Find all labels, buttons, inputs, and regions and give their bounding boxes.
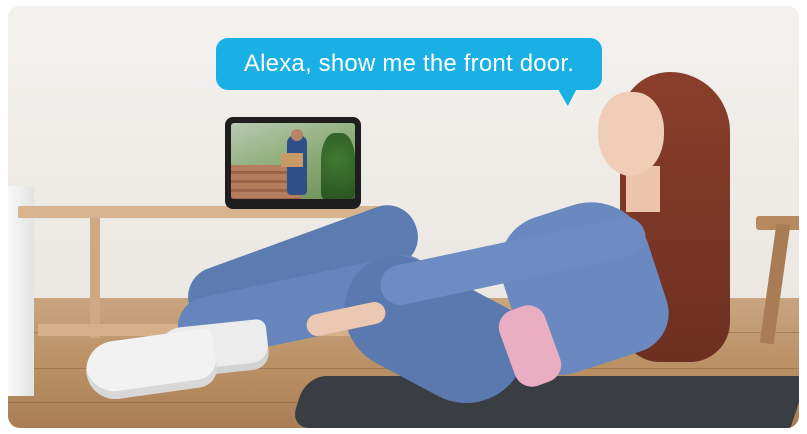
delivery-person-head [291, 129, 303, 141]
speech-bubble: Alexa, show me the front door. [216, 38, 602, 90]
plant [321, 133, 355, 199]
doorbell-camera-feed [231, 123, 355, 199]
woman-head [598, 92, 664, 176]
speech-bubble-text: Alexa, show me the front door. [243, 50, 575, 77]
package [281, 153, 303, 167]
smart-display-device [225, 117, 361, 209]
yoga-mat [289, 376, 799, 428]
shelf-leg [90, 218, 100, 338]
